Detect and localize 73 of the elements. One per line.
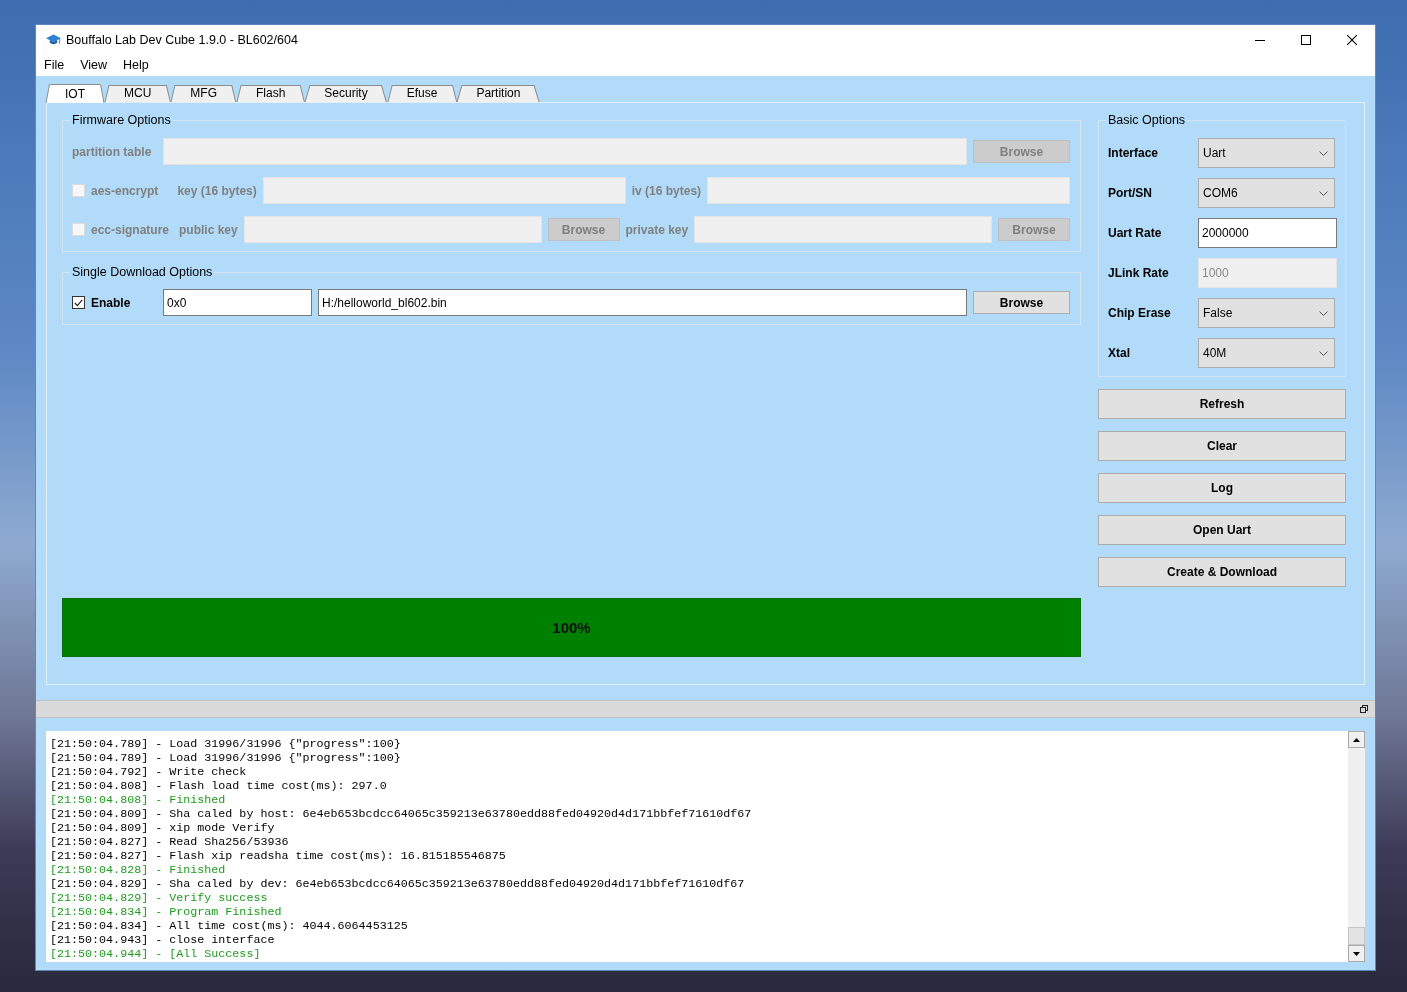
graduation-cap-icon [46,34,61,46]
log-line: [21:50:04.827] - Read Sha256/53936 [50,835,289,849]
tab[interactable]: Partition [457,85,540,102]
scroll-up-button[interactable] [1348,731,1365,748]
group-title: Basic Options [1107,113,1187,127]
menu-item[interactable]: File [36,55,73,76]
group-title: Firmware Options [71,113,172,127]
private-key-label: private key [625,221,689,239]
tab[interactable]: Flash [237,85,305,102]
tab[interactable]: Security [305,85,387,102]
scrollbar-thumb[interactable] [1348,927,1365,945]
browse-button[interactable]: Browse [973,291,1070,314]
chevron-down-icon [1319,150,1328,156]
option-label: Uart Rate [1108,225,1163,242]
log-line: [21:50:04.944] - [All Success] [50,947,261,961]
chevron-down-icon [1319,350,1328,356]
tab[interactable]: IOT [46,84,104,103]
dropdown[interactable]: COM6 [1198,178,1335,208]
log-line: [21:50:04.808] - Flash load time cost(ms): 297.0 [50,779,387,793]
dropdown[interactable]: Uart [1198,138,1335,168]
option-label: JLink Rate [1108,265,1170,282]
log-line: [21:50:04.829] - Sha caled by dev: 6e4eb653bcdcc64065c359213e63780edd88fed04920d4d171bbfef71610df67 [50,877,745,891]
log-line: [21:50:04.809] - Sha caled by host: 6e4eb653bcdcc64065c359213e63780edd88fed04920d4d171bbfef71610df67 [50,807,752,821]
log-button[interactable]: Log [1098,473,1346,503]
window-restore-icon[interactable] [1360,705,1368,713]
group-title: Single Download Options [71,265,214,279]
option-label: Interface [1108,145,1160,162]
public-key-label: public key [179,221,238,239]
close-icon [1347,35,1357,45]
text-field[interactable]: 2000000 [1198,218,1337,248]
scroll-down-button[interactable] [1348,945,1365,962]
log-line: [21:50:04.808] - Finished [50,793,226,807]
refresh-button[interactable]: Refresh [1098,389,1346,419]
tab[interactable]: MCU [105,85,171,102]
log-line: [21:50:04.792] - Write check [50,765,247,779]
enable-label: Enable [91,294,131,312]
create-download-button[interactable]: Create & Download [1098,557,1346,587]
log-line: [21:50:04.809] - xip mode Verify [50,821,275,835]
iv-label: iv (16 bytes) [631,182,702,200]
option-label: Chip Erase [1108,305,1172,322]
file-path-field[interactable]: H:/helloworld_bl602.bin [318,289,967,316]
tab[interactable]: MFG [171,85,236,102]
checkbox[interactable] [72,296,85,309]
ecc-signature-label: ecc-signature [91,221,170,239]
log-line: [21:50:04.829] - Verify success [50,891,268,905]
option-label: Xtal [1108,345,1131,362]
progress-reading: 100% [552,617,591,638]
log-line: [21:50:04.943] - close interface [50,933,275,947]
chevron-down-icon [1319,190,1328,196]
minimize-icon [1255,39,1265,41]
address-field[interactable]: 0x0 [163,289,312,316]
maximize-icon [1301,35,1311,45]
chevron-down-icon [1319,310,1328,316]
window-title: Bouffalo Lab Dev Cube 1.9.0 - BL602/604 [66,31,298,49]
key-label: key (16 bytes) [177,182,257,200]
clear-button[interactable]: Clear [1098,431,1346,461]
log-line: [21:50:04.834] - Program Finished [50,905,282,919]
aes-encrypt-label: aes-encrypt [91,182,159,200]
open-uart-button[interactable]: Open Uart [1098,515,1346,545]
tab[interactable]: Efuse [387,85,457,102]
log-line: [21:50:04.789] - Load 31996/31996 {"progress":100} [50,737,401,751]
log-line: [21:50:04.828] - Finished [50,863,226,877]
log-line: [21:50:04.827] - Flash xip readsha time cost(ms): 16.815185546875 [50,849,506,863]
triangle-up-icon [1353,737,1360,742]
menu-item[interactable]: View [72,55,116,76]
menu-item[interactable]: Help [115,55,157,76]
log-line: [21:50:04.789] - Load 31996/31996 {"progress":100} [50,751,401,765]
dropdown[interactable]: 40M [1198,338,1335,368]
log-line: [21:50:04.834] - All time cost(ms): 4044.6064453125 [50,919,408,933]
partition-table-label: partition table [72,143,153,161]
dropdown[interactable]: False [1198,298,1335,328]
triangle-down-icon [1353,951,1360,956]
option-label: Port/SN [1108,185,1153,202]
